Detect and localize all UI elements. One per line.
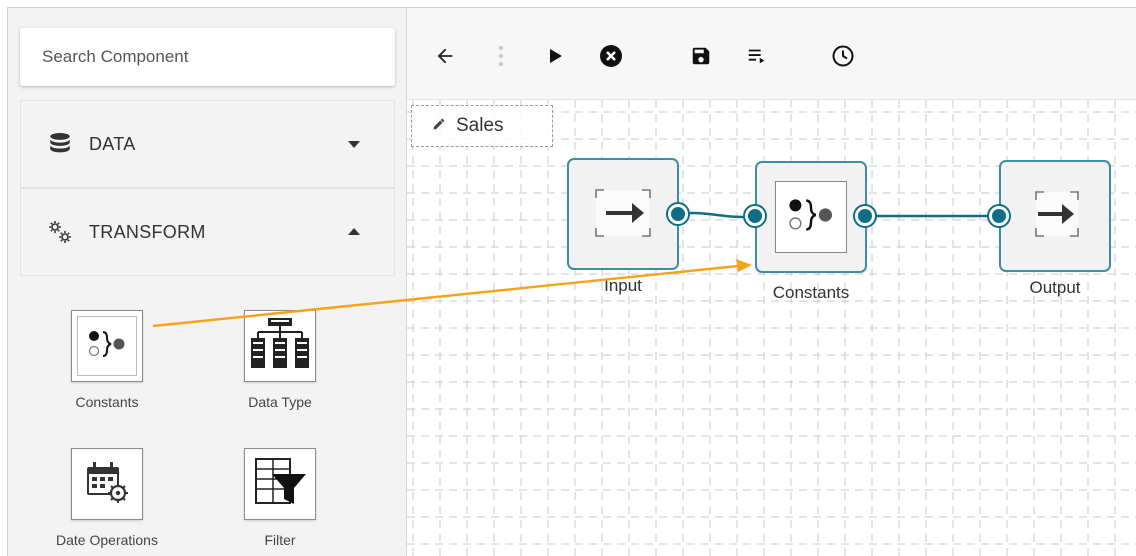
- node-constants[interactable]: Constants: [745, 161, 875, 303]
- component-label: Data Type: [248, 394, 312, 410]
- chevron-down-icon[interactable]: [348, 141, 360, 148]
- output-icon: [1024, 184, 1086, 249]
- constants-out-port[interactable]: [855, 206, 875, 226]
- component-data-type[interactable]: Data Type: [215, 298, 345, 418]
- chevron-up-icon[interactable]: [348, 228, 360, 235]
- transform-components: Constants Data Type Date Operations Filt…: [20, 298, 395, 556]
- component-label: Filter: [264, 532, 296, 548]
- data-type-tile[interactable]: [244, 310, 316, 382]
- node-label: Constants: [772, 283, 850, 302]
- constants-node-box[interactable]: [755, 161, 867, 273]
- component-panel: DATA TRANSFORM: [7, 7, 406, 556]
- date-operations-tile[interactable]: [71, 448, 143, 520]
- output-node-box[interactable]: [999, 160, 1111, 272]
- node-output[interactable]: Output: [989, 160, 1115, 300]
- component-filter[interactable]: Filter: [215, 436, 345, 556]
- constants-in-port[interactable]: [745, 206, 765, 226]
- output-in-port[interactable]: [989, 206, 1009, 226]
- pipeline-canvas[interactable]: Sales Input Constants Output: [406, 7, 1136, 556]
- search-component-box[interactable]: [20, 28, 395, 86]
- component-label: Constants: [75, 394, 139, 410]
- component-label: Date Operations: [56, 532, 158, 548]
- category-transform-label: TRANSFORM: [89, 221, 206, 242]
- component-date-operations[interactable]: Date Operations: [42, 436, 172, 556]
- gears-icon: [47, 219, 73, 245]
- constants-icon: [85, 324, 129, 369]
- category-transform[interactable]: TRANSFORM: [20, 188, 395, 276]
- date-operations-icon: [84, 460, 130, 509]
- node-label: Input: [604, 276, 642, 295]
- input-node-box[interactable]: [567, 158, 679, 270]
- search-component-input[interactable]: [42, 47, 395, 67]
- component-constants[interactable]: Constants: [42, 298, 172, 418]
- category-data[interactable]: DATA: [20, 100, 395, 188]
- constants-tile[interactable]: [71, 310, 143, 382]
- data-type-icon: [248, 316, 312, 377]
- constants-icon: [784, 191, 838, 244]
- input-icon: [588, 180, 658, 249]
- filter-tile[interactable]: [244, 448, 316, 520]
- database-icon: [47, 131, 73, 157]
- node-label: Output: [1029, 278, 1081, 297]
- input-out-port[interactable]: [668, 204, 688, 224]
- filter-icon: [252, 456, 308, 513]
- node-input[interactable]: Input: [567, 158, 688, 298]
- category-data-label: DATA: [89, 133, 136, 154]
